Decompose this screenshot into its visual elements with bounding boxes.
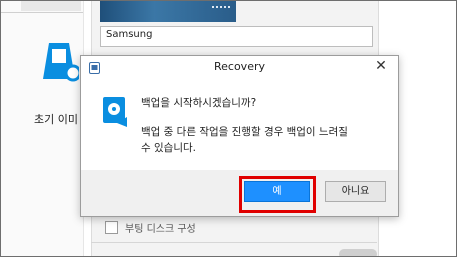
divider	[91, 242, 377, 243]
sidebar-top-item	[21, 1, 81, 11]
boot-disk-label: 부팅 디스크 구성	[125, 224, 196, 235]
device-thumbnail	[100, 1, 236, 22]
restore-device-icon[interactable]	[39, 37, 79, 83]
sidebar: 초기 이미	[1, 1, 84, 256]
yes-button[interactable]: 예	[244, 181, 310, 202]
boot-disk-checkbox[interactable]	[105, 221, 118, 234]
divider	[1, 12, 83, 13]
device-name-field[interactable]: Samsung	[100, 26, 373, 47]
sidebar-item-label[interactable]: 초기 이미	[34, 111, 78, 127]
device-name-value: Samsung	[106, 29, 153, 40]
screenshot-frame: 초기 이미 Samsung 부팅 디스크 구성 Recovery ✕ 백업을 시…	[0, 0, 457, 257]
toggle-switch[interactable]	[339, 249, 377, 256]
dialog-buttons-layer: 예 아니요	[80, 55, 397, 215]
no-button[interactable]: 아니요	[325, 181, 386, 202]
